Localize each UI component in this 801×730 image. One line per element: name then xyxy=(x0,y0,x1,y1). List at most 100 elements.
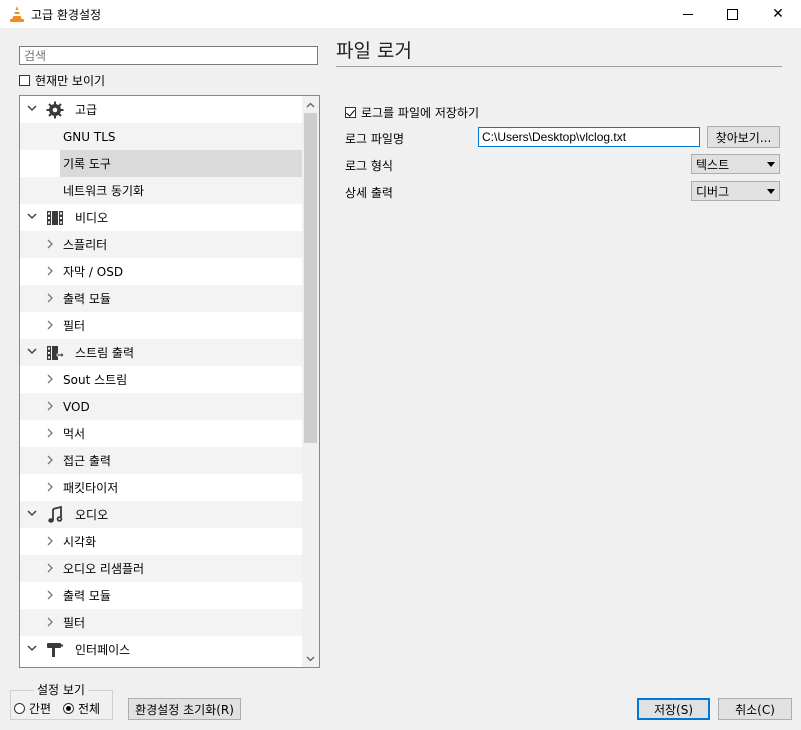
close-button[interactable]: ✕ xyxy=(755,0,801,28)
tree-item[interactable]: VOD xyxy=(20,393,303,420)
tree-item-label: 기록 도구 xyxy=(63,157,111,171)
chevron-right-icon[interactable] xyxy=(45,238,55,250)
tree-item[interactable]: 필터 xyxy=(20,609,303,636)
tree-item[interactable]: 스플리터 xyxy=(20,231,303,258)
checkbox-box[interactable] xyxy=(19,75,30,86)
chevron-right-icon[interactable] xyxy=(45,589,55,601)
tree-item[interactable]: 출력 모듈 xyxy=(20,285,303,312)
close-icon: ✕ xyxy=(772,6,784,22)
chevron-right-icon[interactable] xyxy=(45,400,55,412)
tree-category[interactable]: 오디오 xyxy=(20,501,303,528)
tree-item-label: 인터페이스 xyxy=(75,643,131,657)
tree-scrollbar[interactable] xyxy=(302,96,319,667)
vlc-cone-icon xyxy=(10,6,24,22)
save-to-file-checkbox[interactable]: 로그를 파일에 저장하기 xyxy=(345,104,479,121)
chevron-right-icon[interactable] xyxy=(45,427,55,439)
tree-item-label: 출력 모듈 xyxy=(63,292,111,306)
scroll-down-button[interactable] xyxy=(302,650,319,667)
tree-item[interactable]: GNU TLS xyxy=(20,123,303,150)
radio-circle[interactable] xyxy=(14,703,25,714)
tree-item-label: 먹서 xyxy=(63,427,86,441)
maximize-button[interactable] xyxy=(709,0,755,28)
chevron-right-icon[interactable] xyxy=(45,454,55,466)
filename-label: 로그 파일명 xyxy=(345,132,405,146)
chevron-up-icon xyxy=(306,102,315,107)
minimize-icon xyxy=(683,13,693,15)
tree-item[interactable]: 패킷타이저 xyxy=(20,474,303,501)
verbosity-label: 상세 출력 xyxy=(345,186,393,200)
chevron-right-icon[interactable] xyxy=(45,562,55,574)
format-label: 로그 형식 xyxy=(345,159,393,173)
current-only-checkbox[interactable]: 현재만 보이기 xyxy=(19,72,105,89)
tree-item-label: 네트워크 동기화 xyxy=(63,184,145,198)
verbosity-value: 디버그 xyxy=(696,184,730,199)
tree-item[interactable]: 필터 xyxy=(20,312,303,339)
chevron-right-icon[interactable] xyxy=(45,373,55,385)
tree-item-label: 자막 / OSD xyxy=(63,265,124,279)
interface-icon xyxy=(46,641,64,659)
tree-item[interactable]: 먹서 xyxy=(20,420,303,447)
scroll-up-button[interactable] xyxy=(302,96,319,113)
format-select[interactable]: 텍스트 xyxy=(691,154,780,174)
chevron-right-icon[interactable] xyxy=(45,265,55,277)
tree-item[interactable]: Sout 스트림 xyxy=(20,366,303,393)
tree-item[interactable]: 출력 모듈 xyxy=(20,582,303,609)
all-label: 전체 xyxy=(78,702,101,716)
tree-category[interactable]: 스트림 출력 xyxy=(20,339,303,366)
cancel-button[interactable]: 취소(C) xyxy=(718,698,792,720)
tree-item-label: 고급 xyxy=(75,103,98,117)
tree-item-label: 스플리터 xyxy=(63,238,108,252)
chevron-down-icon[interactable] xyxy=(25,103,39,115)
title-divider xyxy=(336,66,782,67)
tree-category[interactable]: 인터페이스 xyxy=(20,636,303,663)
save-button[interactable]: 저장(S) xyxy=(637,698,710,720)
chevron-down-icon[interactable] xyxy=(25,211,39,223)
scroll-thumb[interactable] xyxy=(304,113,317,443)
tree-item[interactable]: 오디오 리샘플러 xyxy=(20,555,303,582)
view-settings-title: 설정 보기 xyxy=(34,681,88,698)
tree-item[interactable]: 접근 출력 xyxy=(20,447,303,474)
chevron-right-icon[interactable] xyxy=(45,616,55,628)
browse-button[interactable]: 찾아보기... xyxy=(707,126,780,148)
chevron-right-icon[interactable] xyxy=(45,535,55,547)
tree-item-label: 오디오 xyxy=(75,508,109,522)
simple-view-radio[interactable]: 간편 xyxy=(14,700,51,717)
gear-icon xyxy=(46,101,64,119)
tree-category[interactable]: 비디오 xyxy=(20,204,303,231)
search-input[interactable] xyxy=(19,46,318,65)
tree-item-label: 스트림 출력 xyxy=(75,346,135,360)
window-title: 고급 환경설정 xyxy=(31,8,102,22)
tree-item[interactable]: 네트워크 동기화 xyxy=(20,177,303,204)
settings-tree[interactable]: 고급 GNU TLS 기록 도구네트워크 동기화비디오스플리터자막 / OSD 출력 … xyxy=(19,95,320,668)
format-value: 텍스트 xyxy=(696,157,730,172)
checkbox-box[interactable] xyxy=(345,107,356,118)
all-view-radio[interactable]: 전체 xyxy=(63,700,100,717)
chevron-right-icon[interactable] xyxy=(45,319,55,331)
dropdown-arrow-icon xyxy=(767,188,775,194)
tree-item-label: Sout 스트림 xyxy=(63,373,128,387)
chevron-right-icon[interactable] xyxy=(45,292,55,304)
tree-item[interactable]: 자막 / OSD xyxy=(20,258,303,285)
tree-item[interactable]: 시각화 xyxy=(20,528,303,555)
verbosity-select[interactable]: 디버그 xyxy=(691,181,780,201)
tree-item-label: 패킷타이저 xyxy=(63,481,119,495)
chevron-down-icon[interactable] xyxy=(25,346,39,358)
tree-item-label: 필터 xyxy=(63,319,86,333)
chevron-right-icon[interactable] xyxy=(45,481,55,493)
radio-circle[interactable] xyxy=(63,703,74,714)
minimize-button[interactable] xyxy=(665,0,711,28)
tree-item-label: 출력 모듈 xyxy=(63,589,111,603)
chevron-down-icon xyxy=(306,656,315,661)
tree-category[interactable]: 고급 xyxy=(20,96,303,123)
tree-item-label: 필터 xyxy=(63,616,86,630)
filename-input[interactable] xyxy=(478,127,700,147)
reset-preferences-button[interactable]: 환경설정 초기화(R) xyxy=(128,698,241,720)
panel-title: 파일 로거 xyxy=(336,40,412,62)
save-to-file-label: 로그를 파일에 저장하기 xyxy=(361,106,480,120)
tree-item[interactable]: 기록 도구 xyxy=(60,150,302,177)
chevron-down-icon[interactable] xyxy=(25,508,39,520)
chevron-down-icon[interactable] xyxy=(25,643,39,655)
video-icon xyxy=(46,209,64,227)
current-only-label: 현재만 보이기 xyxy=(35,74,106,88)
simple-label: 간편 xyxy=(29,702,52,716)
